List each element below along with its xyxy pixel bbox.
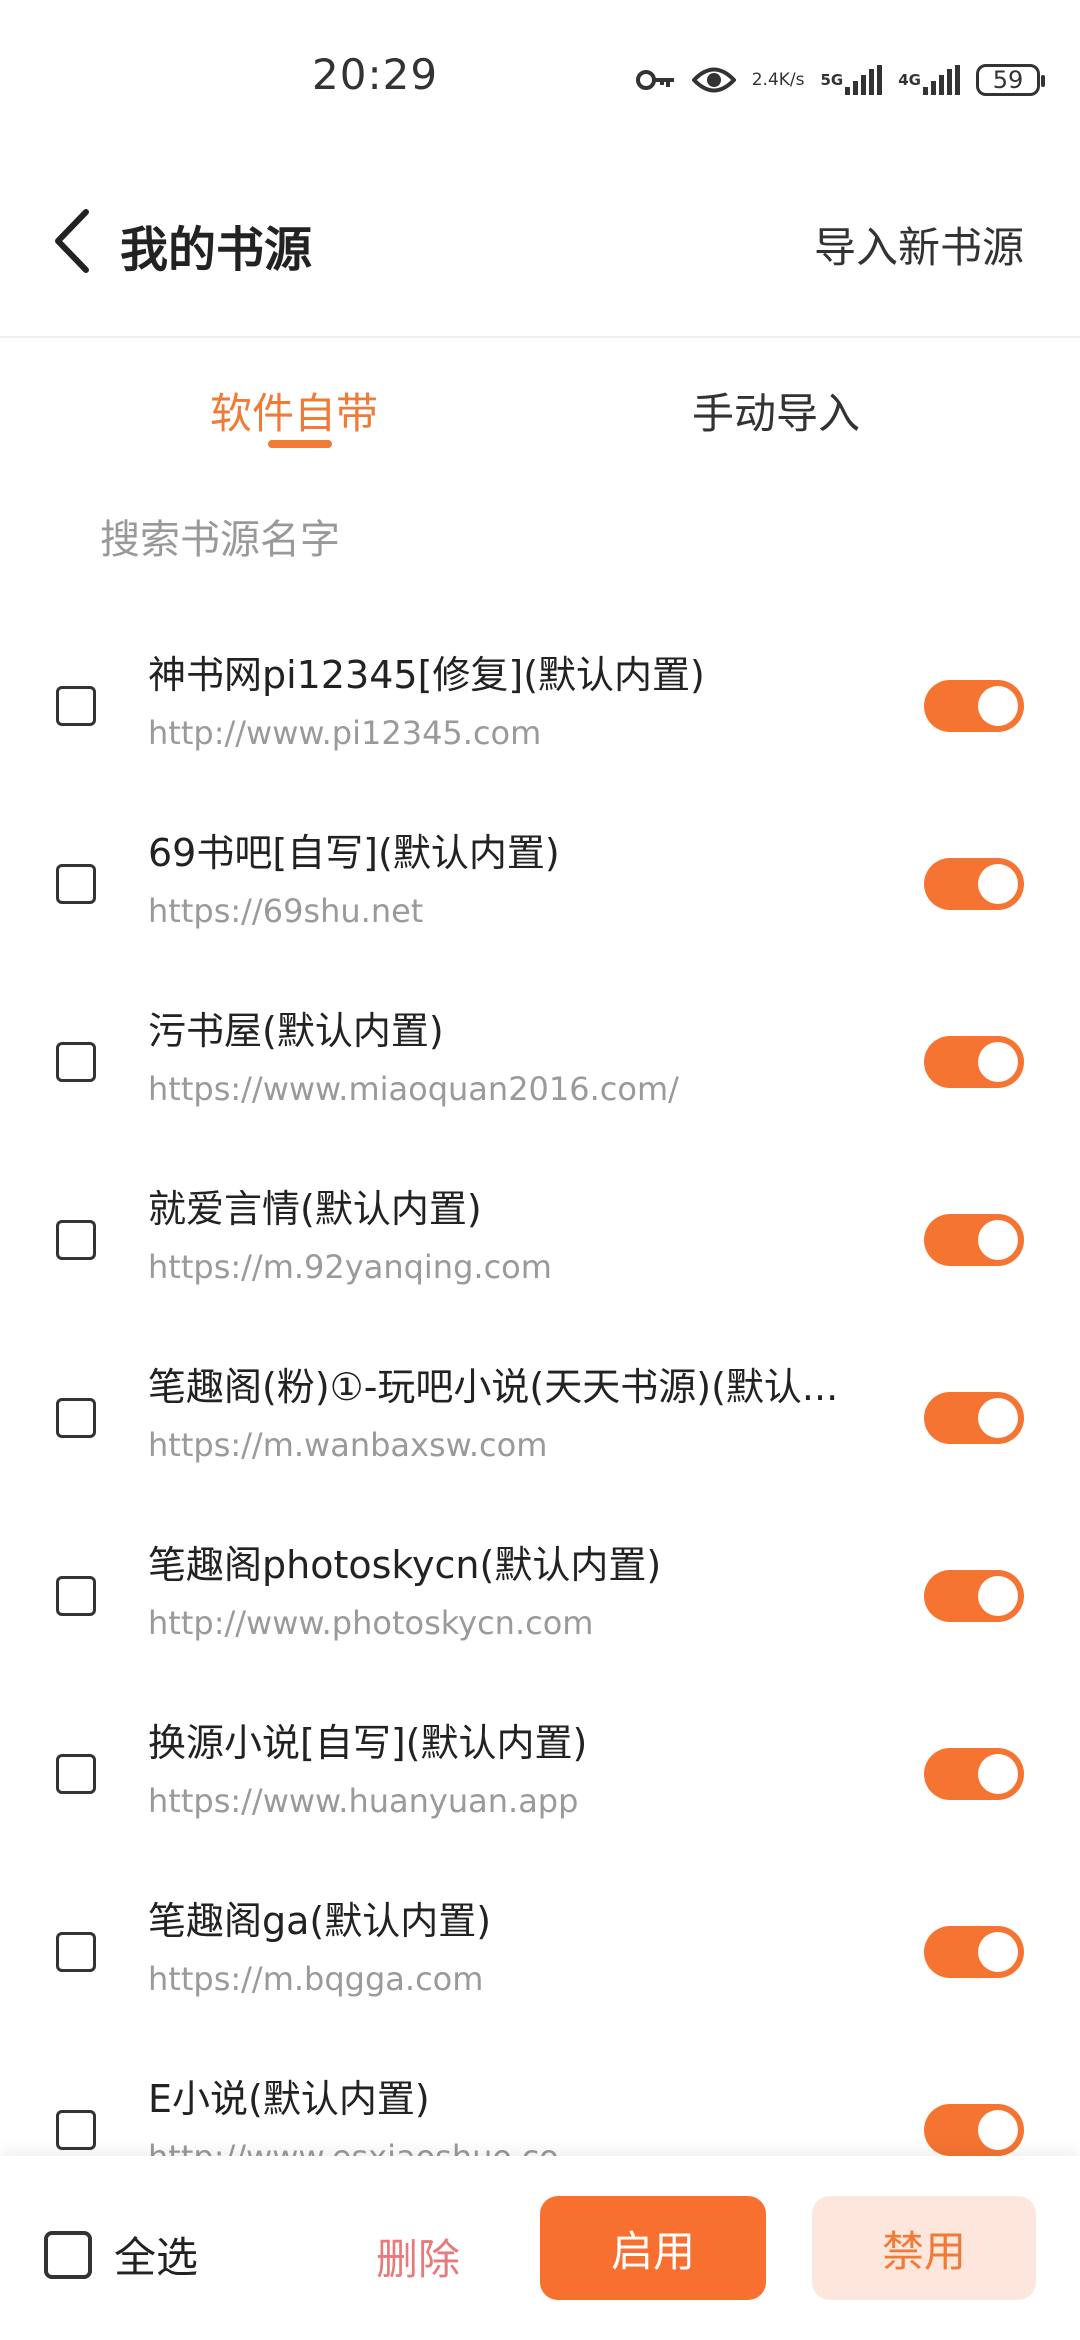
toggle-knob [978, 1754, 1018, 1794]
toggle-knob [978, 1220, 1018, 1260]
source-url: http://www.photoskycn.com [148, 1604, 594, 1642]
source-list-item[interactable]: 笔趣阁(粉)①-玩吧小说(天天书源)(默认... https://m.wanbax… [0, 1326, 1080, 1504]
eye-icon [691, 65, 736, 95]
delete-button[interactable]: 删除 [376, 2226, 460, 2287]
tab-indicator [268, 440, 332, 448]
source-checkbox[interactable] [56, 1042, 96, 1082]
source-list: 神书网pi12345[修复](默认内置) http://www.pi12345.c… [0, 614, 1080, 2156]
select-all-checkbox[interactable] [44, 2230, 92, 2279]
toggle-knob [978, 1932, 1018, 1972]
source-url: https://www.miaoquan2016.com/ [148, 1070, 679, 1108]
source-enable-toggle[interactable] [924, 1748, 1024, 1800]
source-list-item[interactable]: E小说(默认内置) http://www.esxiaoshuo.co [0, 2038, 1080, 2156]
source-url: http://www.esxiaoshuo.co [148, 2138, 918, 2156]
back-button[interactable] [48, 206, 108, 276]
source-checkbox[interactable] [56, 1754, 96, 1794]
source-text: 69书吧[自写](默认内置) https://69shu.net [148, 828, 918, 930]
back-arrow-icon [55, 209, 89, 273]
toggle-knob [978, 1576, 1018, 1616]
source-list-item[interactable]: 69书吧[自写](默认内置) https://69shu.net [0, 792, 1080, 970]
source-url: https://m.92yanqing.com [148, 1248, 552, 1286]
source-name: 笔趣阁ga(默认内置) [148, 1899, 492, 1943]
source-text: 就爱言情(默认内置) https://m.92yanqing.com [148, 1184, 918, 1286]
battery-icon: 59 [976, 64, 1045, 96]
header-divider [0, 336, 1080, 338]
tab-manual-import[interactable]: 手动导入 [692, 380, 860, 441]
select-all-control[interactable]: 全选 [44, 2224, 198, 2285]
source-name: 换源小说[自写](默认内置) [148, 1721, 588, 1765]
source-name: 污书屋(默认内置) [148, 1009, 444, 1053]
signal-5g-icon: 5G [821, 65, 883, 95]
page-title: 我的书源 [120, 222, 313, 278]
source-list-item[interactable]: 换源小说[自写](默认内置) https://www.huanyuan.app [0, 1682, 1080, 1860]
source-checkbox[interactable] [56, 686, 96, 726]
status-bar: 20:29 2.4 K/s 5G 4G 59 [0, 0, 1080, 140]
source-enable-toggle[interactable] [924, 2104, 1024, 2156]
source-text: 笔趣阁ga(默认内置) https://m.bqgga.com [148, 1896, 918, 1998]
source-url: http://www.pi12345.com [148, 714, 542, 752]
source-checkbox[interactable] [56, 2110, 96, 2150]
source-text: 污书屋(默认内置) https://www.miaoquan2016.com/ [148, 1006, 918, 1108]
source-list-item[interactable]: 就爱言情(默认内置) https://m.92yanqing.com [0, 1148, 1080, 1326]
bottom-action-bar: 全选 删除 启用 禁用 [0, 2156, 1080, 2340]
toggle-knob [978, 2110, 1018, 2150]
source-list-item[interactable]: 笔趣阁photoskycn(默认内置) http://www.photoskycn… [0, 1504, 1080, 1682]
source-enable-toggle[interactable] [924, 1926, 1024, 1978]
source-list-item[interactable]: 神书网pi12345[修复](默认内置) http://www.pi12345.c… [0, 614, 1080, 792]
source-url: https://69shu.net [148, 892, 424, 930]
source-url: https://www.huanyuan.app [148, 1782, 579, 1820]
disable-button[interactable]: 禁用 [812, 2196, 1036, 2300]
source-text: 笔趣阁(粉)①-玩吧小说(天天书源)(默认... https://m.wanbax… [148, 1362, 918, 1464]
toggle-knob [978, 1398, 1018, 1438]
source-enable-toggle[interactable] [924, 1036, 1024, 1088]
source-name: 就爱言情(默认内置) [148, 1187, 482, 1231]
toggle-knob [978, 864, 1018, 904]
source-checkbox[interactable] [56, 864, 96, 904]
source-list-item[interactable]: 笔趣阁ga(默认内置) https://m.bqgga.com [0, 1860, 1080, 2038]
search-input[interactable] [70, 500, 1070, 580]
source-name: 笔趣阁photoskycn(默认内置) [148, 1543, 662, 1587]
source-name: 69书吧[自写](默认内置) [148, 831, 560, 875]
signal-4g-icon: 4G [898, 65, 960, 95]
source-text: 神书网pi12345[修复](默认内置) http://www.pi12345.c… [148, 650, 918, 752]
select-all-label: 全选 [114, 2233, 199, 2282]
source-name: 神书网pi12345[修复](默认内置) [148, 653, 705, 697]
key-icon [635, 67, 676, 93]
toggle-knob [978, 686, 1018, 726]
source-enable-toggle[interactable] [924, 680, 1024, 732]
source-checkbox[interactable] [56, 1576, 96, 1616]
toggle-knob [978, 1042, 1018, 1082]
source-url: https://m.bqgga.com [148, 1960, 484, 1998]
import-source-button[interactable]: 导入新书源 [814, 214, 1024, 275]
source-name: E小说(默认内置) [148, 2077, 430, 2121]
status-icons: 2.4 K/s 5G 4G 59 [635, 55, 1045, 105]
tab-bar: 软件自带 手动导入 [0, 360, 1080, 460]
source-text: E小说(默认内置) http://www.esxiaoshuo.co [148, 2074, 918, 2156]
source-enable-toggle[interactable] [924, 858, 1024, 910]
source-text: 换源小说[自写](默认内置) https://www.huanyuan.app [148, 1718, 918, 1820]
source-checkbox[interactable] [56, 1220, 96, 1260]
source-name: 笔趣阁(粉)①-玩吧小说(天天书源)(默认... [148, 1365, 839, 1409]
app-header: 我的书源 导入新书源 [0, 170, 1080, 310]
source-enable-toggle[interactable] [924, 1214, 1024, 1266]
source-checkbox[interactable] [56, 1398, 96, 1438]
source-list-item[interactable]: 污书屋(默认内置) https://www.miaoquan2016.com/ [0, 970, 1080, 1148]
source-enable-toggle[interactable] [924, 1570, 1024, 1622]
tab-builtin[interactable]: 软件自带 [210, 380, 378, 441]
source-enable-toggle[interactable] [924, 1392, 1024, 1444]
source-url: https://m.wanbaxsw.com [148, 1426, 548, 1464]
status-time: 20:29 [312, 50, 439, 99]
source-checkbox[interactable] [56, 1932, 96, 1972]
enable-button[interactable]: 启用 [540, 2196, 766, 2300]
source-text: 笔趣阁photoskycn(默认内置) http://www.photoskycn… [148, 1540, 918, 1642]
network-speed: 2.4 K/s [751, 70, 805, 90]
